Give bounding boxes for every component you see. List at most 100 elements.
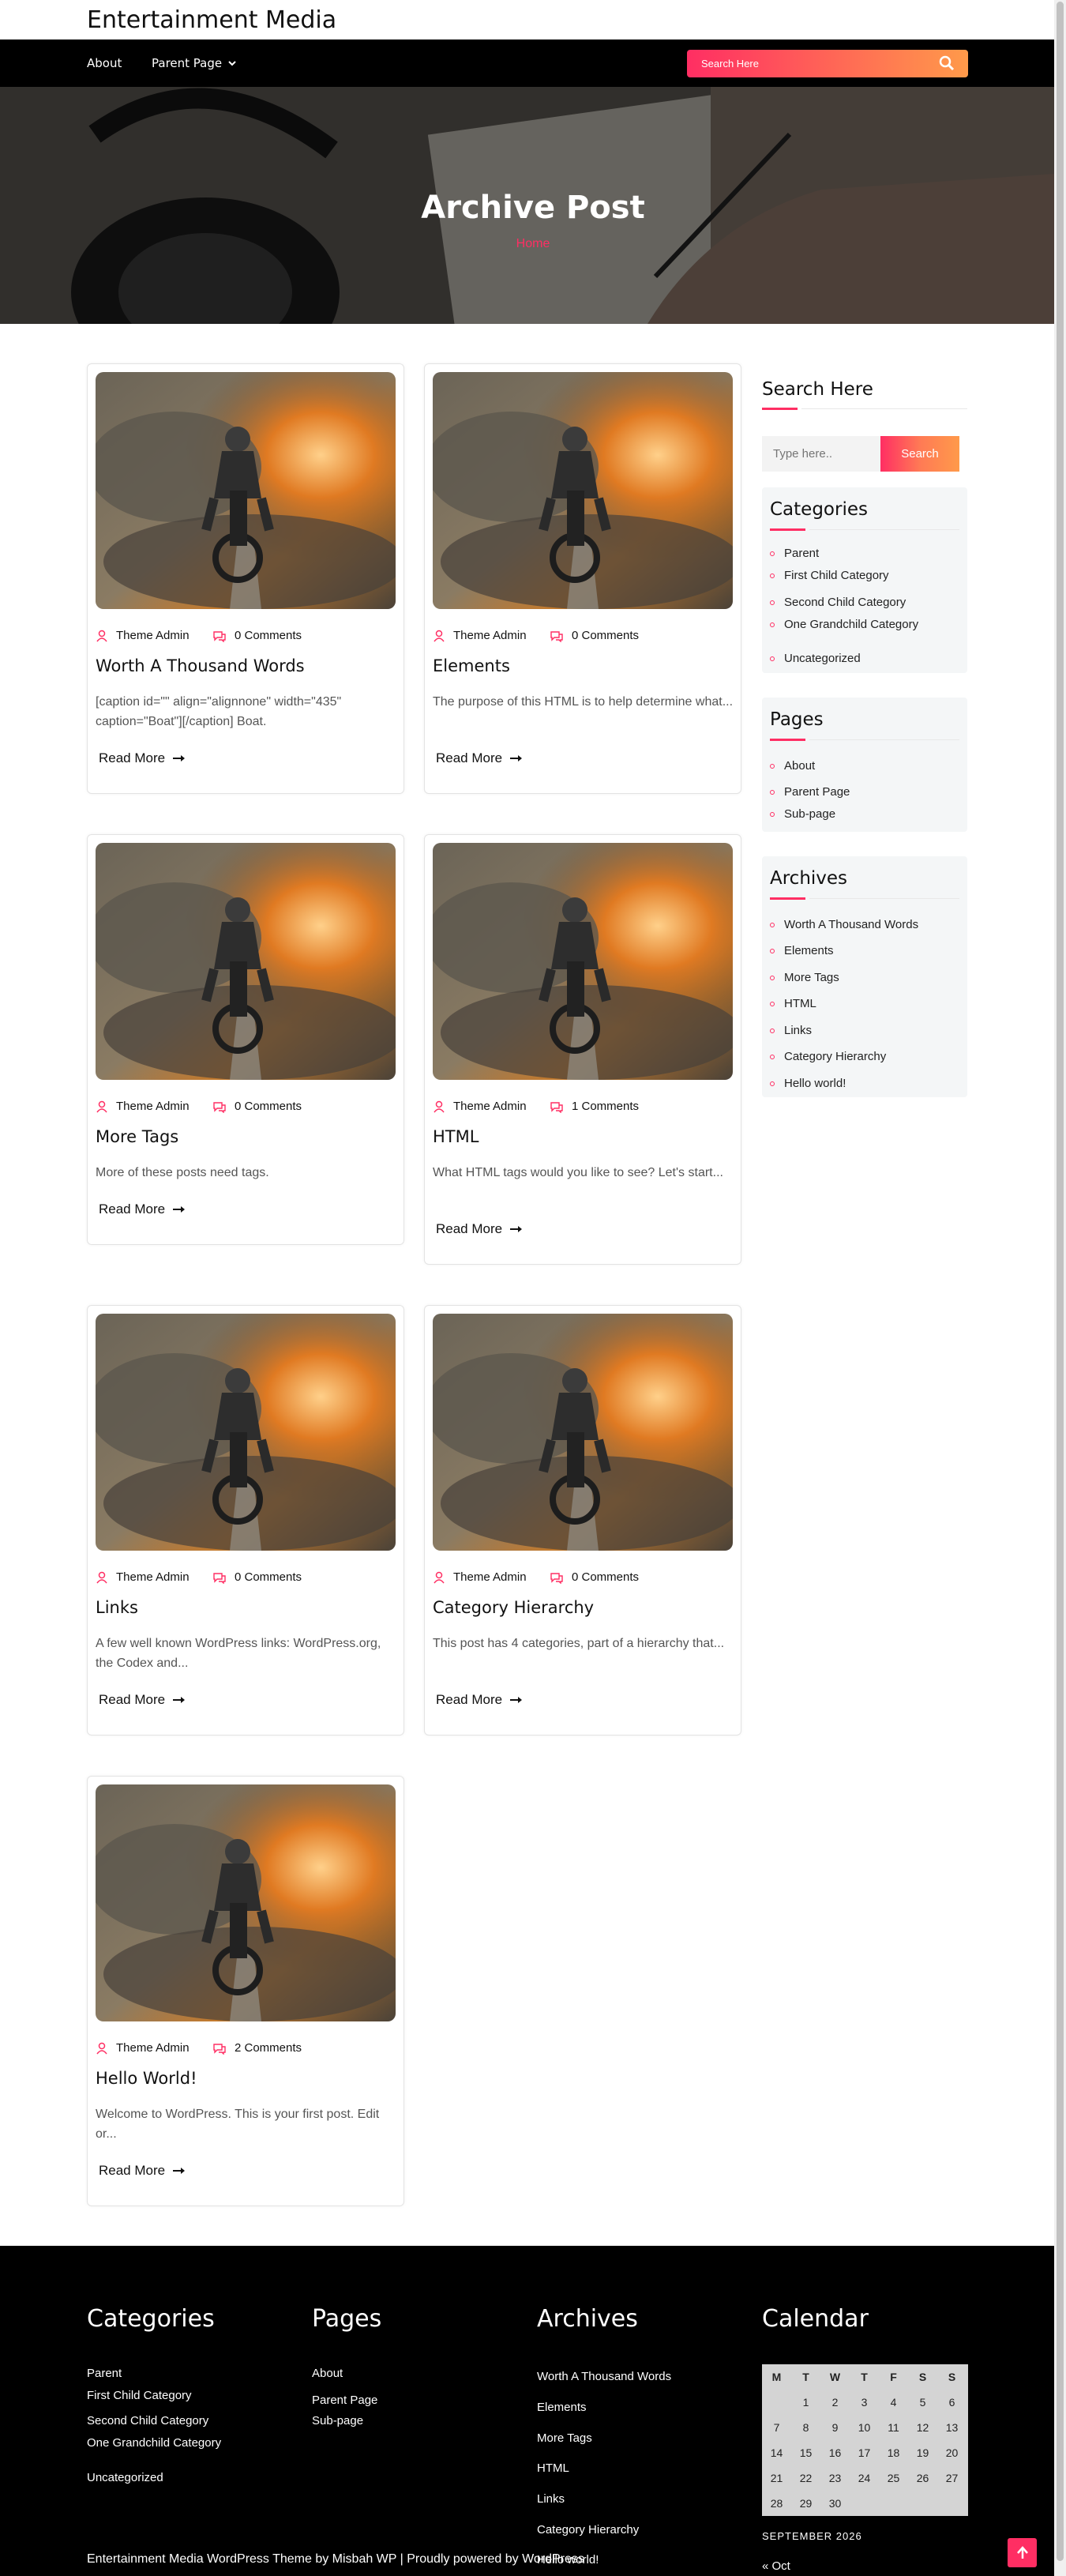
post-author[interactable]: Theme Admin: [433, 1570, 527, 1584]
post-comments-count: 2 Comments: [235, 2041, 302, 2055]
nav-search-box[interactable]: Search Here: [687, 50, 968, 77]
read-more-link[interactable]: Read More: [436, 1692, 523, 1708]
page-hero: Archive Post Home: [0, 87, 1066, 324]
post-comments-count: 0 Comments: [572, 1570, 640, 1584]
sidebar-archive-item[interactable]: Elements: [770, 944, 834, 957]
footer-archive-item[interactable]: Links: [537, 2492, 565, 2506]
footer-pages-title: Pages: [312, 2305, 382, 2333]
sidebar-page-item[interactable]: About: [770, 759, 815, 773]
post-thumbnail[interactable]: [433, 843, 733, 1080]
sidebar-category-item[interactable]: First Child Category: [770, 569, 889, 582]
footer-page-item[interactable]: Parent Page: [312, 2394, 377, 2407]
footer-category-item[interactable]: One Grandchild Category: [87, 2436, 221, 2450]
post-author[interactable]: Theme Admin: [96, 1570, 190, 1584]
sidebar-archive-item[interactable]: HTML: [770, 997, 816, 1010]
scrollbar-thumb[interactable]: [1057, 2, 1064, 2561]
sidebar-category-item[interactable]: Uncategorized: [770, 652, 861, 665]
comment-icon: [213, 630, 226, 642]
footer-category-item[interactable]: Uncategorized: [87, 2471, 163, 2484]
calendar-day: 3: [861, 2396, 868, 2409]
sidebar-category-item[interactable]: Second Child Category: [770, 596, 906, 609]
post-author[interactable]: Theme Admin: [433, 1100, 527, 1113]
calendar-weekday: S: [918, 2371, 927, 2383]
calendar-day: 13: [945, 2421, 959, 2434]
post-thumbnail[interactable]: [96, 1784, 396, 2021]
footer-category-item[interactable]: Second Child Category: [87, 2414, 208, 2427]
post-comments[interactable]: 1 Comments: [550, 1100, 639, 1113]
post-title[interactable]: Category Hierarchy: [433, 1598, 594, 1617]
calendar-day: 22: [799, 2472, 813, 2484]
read-more-link[interactable]: Read More: [99, 1202, 186, 1217]
post-title[interactable]: More Tags: [96, 1127, 178, 1146]
read-more-label: Read More: [436, 1221, 503, 1236]
footer-archive-item[interactable]: Elements: [537, 2401, 587, 2414]
read-more-link[interactable]: Read More: [99, 2163, 186, 2179]
post-title[interactable]: HTML: [433, 1127, 479, 1146]
sidebar-search-button[interactable]: Search: [880, 436, 959, 472]
footer-category-item[interactable]: First Child Category: [87, 2389, 192, 2402]
post-comments[interactable]: 0 Comments: [550, 1570, 639, 1584]
read-more-link[interactable]: Read More: [436, 750, 523, 766]
read-more-label: Read More: [436, 750, 503, 765]
sidebar-archive-item[interactable]: Hello world!: [770, 1077, 846, 1090]
post-author[interactable]: Theme Admin: [96, 2041, 190, 2055]
post-author[interactable]: Theme Admin: [433, 629, 527, 642]
search-icon[interactable]: [938, 55, 955, 72]
calendar-prev-link[interactable]: « Oct: [762, 2559, 790, 2573]
sidebar-search-input[interactable]: [762, 436, 880, 472]
post-comments[interactable]: 0 Comments: [212, 1570, 302, 1584]
main-nav: About Parent Page Search Here: [0, 39, 1066, 87]
post-card: Theme Admin 0 Comments Worth A Thousand …: [87, 363, 404, 794]
footer-archive-item[interactable]: Worth A Thousand Words: [537, 2370, 671, 2383]
post-title[interactable]: Links: [96, 1598, 138, 1617]
read-more-link[interactable]: Read More: [99, 1692, 186, 1708]
footer-category-item[interactable]: Parent: [87, 2367, 122, 2380]
footer-archive-item[interactable]: Category Hierarchy: [537, 2523, 639, 2537]
sidebar-archive-item[interactable]: Category Hierarchy: [770, 1050, 886, 1063]
read-more-link[interactable]: Read More: [99, 750, 186, 766]
calendar-day: 19: [916, 2446, 929, 2459]
footer-archive-item[interactable]: HTML: [537, 2461, 569, 2475]
post-comments-count: 1 Comments: [572, 1100, 640, 1113]
post-comments-count: 0 Comments: [235, 629, 302, 642]
comment-icon: [213, 1572, 226, 1584]
post-comments[interactable]: 0 Comments: [212, 1100, 302, 1113]
footer-page-item[interactable]: About: [312, 2367, 343, 2380]
post-author-name: Theme Admin: [453, 629, 527, 642]
post-thumbnail[interactable]: [433, 1314, 733, 1551]
calendar-day: 27: [945, 2472, 959, 2484]
footer-copyright[interactable]: Entertainment Media WordPress Theme by M…: [87, 2552, 584, 2567]
post-excerpt: This post has 4 categories, part of a hi…: [433, 1637, 725, 1650]
breadcrumb-home[interactable]: Home: [0, 237, 1066, 251]
sidebar-category-item[interactable]: One Grandchild Category: [770, 618, 918, 631]
post-thumbnail[interactable]: [96, 1314, 396, 1551]
sidebar-archive-item[interactable]: Worth A Thousand Words: [770, 918, 918, 931]
footer-archive-item[interactable]: More Tags: [537, 2431, 592, 2445]
sidebar-archive-item[interactable]: Links: [770, 1024, 812, 1037]
post-title[interactable]: Hello World!: [96, 2069, 197, 2088]
post-comments[interactable]: 0 Comments: [550, 629, 639, 642]
post-title[interactable]: Worth A Thousand Words: [96, 656, 305, 675]
post-thumbnail[interactable]: [96, 372, 396, 609]
post-excerpt: More of these posts need tags.: [96, 1166, 269, 1179]
site-title[interactable]: Entertainment Media: [87, 6, 336, 34]
user-icon: [96, 630, 107, 641]
read-more-link[interactable]: Read More: [436, 1221, 523, 1237]
post-thumbnail[interactable]: [433, 372, 733, 609]
post-author[interactable]: Theme Admin: [96, 629, 190, 642]
page-scrollbar[interactable]: [1054, 0, 1066, 2576]
post-thumbnail[interactable]: [96, 843, 396, 1080]
sidebar-category-item[interactable]: Parent: [770, 547, 819, 560]
back-to-top-button[interactable]: [1008, 2538, 1037, 2567]
post-comments[interactable]: 0 Comments: [212, 629, 302, 642]
nav-item-about[interactable]: About: [87, 39, 122, 87]
sidebar-pages-widget: Pages About Parent Page Sub-page: [762, 698, 967, 832]
sidebar-page-item[interactable]: Sub-page: [770, 807, 835, 821]
post-author[interactable]: Theme Admin: [96, 1100, 190, 1113]
nav-item-parent-page[interactable]: Parent Page: [152, 39, 238, 87]
sidebar-archive-item[interactable]: More Tags: [770, 971, 839, 984]
post-title[interactable]: Elements: [433, 656, 510, 675]
post-comments[interactable]: 2 Comments: [212, 2041, 302, 2055]
sidebar-page-item[interactable]: Parent Page: [770, 785, 850, 799]
footer-page-item[interactable]: Sub-page: [312, 2414, 363, 2427]
